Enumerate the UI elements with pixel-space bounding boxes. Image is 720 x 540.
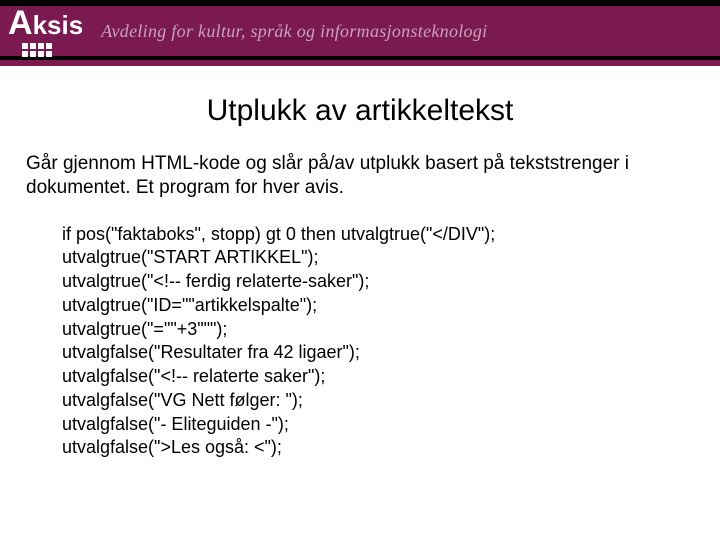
- slide-title: Utplukk av artikkeltekst: [26, 94, 694, 128]
- header-subtitle: Avdeling for kultur, språk og informasjo…: [101, 21, 487, 42]
- code-line: utvalgfalse("- Eliteguiden -");: [62, 413, 694, 437]
- code-block: if pos("faktaboks", stopp) gt 0 then utv…: [26, 223, 694, 461]
- logo-letter-a: A: [8, 6, 33, 40]
- slide-content: Utplukk av artikkeltekst Går gjennom HTM…: [0, 66, 720, 460]
- code-line: utvalgtrue("=""+3""");: [62, 318, 694, 342]
- code-line: utvalgfalse("Resultater fra 42 ligaer");: [62, 341, 694, 365]
- header-inner: Aksis Avdeling for kultur, språk og info…: [0, 6, 720, 56]
- code-line: utvalgfalse("<!-- relaterte saker");: [62, 365, 694, 389]
- logo-text: Aksis: [8, 6, 83, 41]
- code-line: utvalgtrue("ID=""artikkelspalte");: [62, 294, 694, 318]
- code-line: if pos("faktaboks", stopp) gt 0 then utv…: [62, 223, 694, 247]
- logo-squares-icon: [22, 43, 52, 57]
- code-line: utvalgfalse(">Les også: <");: [62, 436, 694, 460]
- code-line: utvalgtrue("<!-- ferdig relaterte-saker"…: [62, 270, 694, 294]
- logo: Aksis: [8, 6, 83, 57]
- code-line: utvalgfalse("VG Nett følger: ");: [62, 389, 694, 413]
- logo-text-rest: ksis: [33, 10, 84, 41]
- slide-header: Aksis Avdeling for kultur, språk og info…: [0, 0, 720, 66]
- code-line: utvalgtrue("START ARTIKKEL");: [62, 246, 694, 270]
- intro-paragraph: Går gjennom HTML-kode og slår på/av utpl…: [26, 152, 694, 201]
